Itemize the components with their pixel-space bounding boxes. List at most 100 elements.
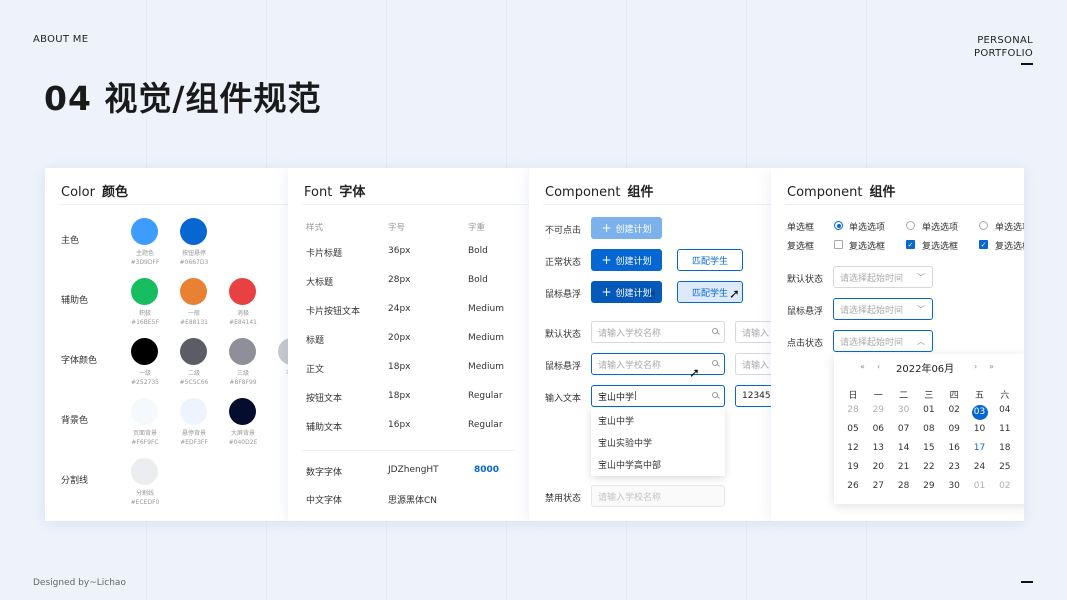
calendar-day[interactable]: 21 — [896, 462, 912, 472]
match-students-button[interactable]: 匹配学生 — [677, 249, 743, 271]
calendar-dropdown: « ‹ 2022年06月 › » 日 一 二 三 四 五 六 28 29 30 01 02 03 04 05… — [834, 354, 1024, 504]
color-swatch-caption: 一般 #E88131 — [167, 309, 221, 327]
create-plan-button-disabled[interactable]: + 创建计划 — [591, 217, 662, 239]
create-plan-button[interactable]: + 创建计划 — [591, 249, 662, 271]
school-search-input-disabled: 请输入学校名称 — [591, 485, 725, 507]
chevron-up-icon: ︿ — [917, 336, 925, 346]
date-picker-input-open[interactable]: 请选择起始时间 ︿ — [833, 330, 933, 352]
school-search-input[interactable]: 请输入学校名称 — [591, 321, 725, 343]
font-size-value: 28px — [388, 275, 411, 285]
swatch-name: 二级 — [187, 370, 200, 377]
school-search-input-hover[interactable]: 请输入学校名称 — [591, 353, 725, 375]
calendar-day[interactable]: 22 — [921, 462, 937, 472]
calendar-day[interactable]: 28 — [896, 481, 912, 491]
suggestion-item[interactable]: 宝山实验中学 — [598, 436, 652, 449]
button-label: 创建计划 — [615, 224, 652, 235]
double-chevron-right-icon[interactable]: » — [989, 362, 994, 371]
date-picker-input-hover[interactable]: 请选择起始时间 ﹀ — [833, 298, 933, 320]
checkbox[interactable] — [834, 240, 843, 249]
about-me-label[interactable]: ABOUT ME — [33, 34, 88, 45]
calendar-day[interactable]: 02 — [946, 405, 962, 415]
calendar-day[interactable]: 23 — [946, 462, 962, 472]
input-value: 12345 — [742, 391, 771, 401]
checkbox-checked[interactable]: ✓ — [906, 240, 915, 249]
color-swatch — [278, 338, 288, 365]
calendar-day[interactable]: 24 — [972, 462, 988, 472]
calendar-day[interactable]: 07 — [896, 424, 912, 434]
footer-dash — [1021, 581, 1033, 583]
school-search-input-active[interactable]: 宝山中学 | — [591, 385, 725, 407]
calendar-day[interactable]: 20 — [870, 462, 886, 472]
plus-icon: + — [601, 221, 612, 235]
calendar-day[interactable]: 11 — [997, 424, 1013, 434]
font-style-name: 按钮文本 — [306, 394, 343, 404]
calendar-day[interactable]: 13 — [870, 443, 886, 453]
chevron-left-icon[interactable]: ‹ — [877, 362, 880, 371]
font-family-label: 数字字体 — [306, 468, 343, 478]
font-size-value: 16px — [388, 420, 411, 430]
clipped-input[interactable]: 请输入 — [735, 353, 771, 375]
calendar-day[interactable]: 18 — [997, 443, 1013, 453]
calendar-day[interactable]: 06 — [870, 424, 886, 434]
radio-button[interactable] — [906, 221, 915, 230]
swatch-hex: #0667D3 — [179, 259, 209, 266]
clipped-input[interactable]: 请输入 — [735, 321, 771, 343]
checkbox-option-label: 复选选框 — [922, 242, 959, 252]
input-placeholder: 请选择起始时间 — [840, 273, 904, 284]
button-label: 匹配学生 — [691, 256, 728, 267]
calendar-day[interactable]: 19 — [845, 462, 861, 472]
calendar-day[interactable]: 01 — [972, 481, 988, 491]
color-swatch — [229, 398, 256, 425]
calendar-day[interactable]: 05 — [845, 424, 861, 434]
swatch-hex: #8F8F99 — [229, 379, 257, 386]
calendar-day[interactable]: 29 — [921, 481, 937, 491]
color-swatch — [131, 338, 158, 365]
calendar-day[interactable]: 15 — [921, 443, 937, 453]
component-panel-title: Component 组件 — [787, 181, 896, 200]
suggestion-item[interactable]: 宝山中学高中部 — [598, 458, 661, 471]
double-chevron-left-icon[interactable]: « — [860, 362, 865, 371]
checkbox-option-label: 复选选框 — [849, 242, 886, 252]
clipped-input-active[interactable]: 12345 — [735, 385, 771, 407]
radio-button-checked[interactable] — [834, 221, 843, 230]
calendar-day[interactable]: 16 — [946, 443, 962, 453]
input-value: 宝山中学 — [598, 392, 635, 403]
calendar-day[interactable]: 27 — [870, 481, 886, 491]
calendar-day[interactable]: 08 — [921, 424, 937, 434]
calendar-day[interactable]: 01 — [921, 405, 937, 415]
font-weight-value: Regular — [468, 420, 503, 430]
checkbox-checked[interactable]: ✓ — [979, 240, 988, 249]
portfolio-line-1: PERSONAL — [977, 35, 1033, 46]
suggestion-item[interactable]: 宝山中学 — [598, 414, 634, 427]
input-placeholder: 请输入学校名称 — [598, 360, 662, 371]
number-font-sample: 8000 — [474, 465, 500, 475]
font-title-en: Font — [304, 185, 333, 200]
color-title-en: Color — [61, 185, 95, 200]
calendar-day[interactable]: 12 — [845, 443, 861, 453]
calendar-day[interactable]: 03 — [971, 405, 988, 420]
input-placeholder: 请选择起始时间 — [840, 305, 904, 316]
calendar-day[interactable]: 10 — [972, 424, 988, 434]
font-weight-value: Bold — [468, 246, 488, 256]
font-family-label: 中文字体 — [306, 496, 343, 506]
calendar-day[interactable]: 09 — [946, 424, 962, 434]
cursor-arrow-icon: ➚ — [729, 287, 740, 302]
state-label-hover: 鼠标悬浮 — [545, 290, 582, 300]
calendar-day[interactable]: 26 — [845, 481, 861, 491]
font-style-name: 卡片按钮文本 — [306, 307, 361, 317]
calendar-day[interactable]: 02 — [997, 481, 1013, 491]
calendar-day[interactable]: 28 — [845, 405, 861, 415]
radio-button[interactable] — [979, 221, 988, 230]
calendar-day[interactable]: 30 — [896, 405, 912, 415]
chevron-right-icon[interactable]: › — [974, 362, 977, 371]
calendar-day[interactable]: 29 — [870, 405, 886, 415]
component-title-en: Component — [787, 185, 863, 200]
calendar-day[interactable]: 30 — [946, 481, 962, 491]
date-picker-input[interactable]: 请选择起始时间 ﹀ — [833, 266, 933, 288]
calendar-day[interactable]: 17 — [972, 443, 988, 453]
color-swatch-caption: 二级 #5C5C66 — [167, 369, 221, 387]
color-swatch-caption: 大屏背景 #040D2E — [216, 429, 270, 447]
calendar-day[interactable]: 14 — [896, 443, 912, 453]
calendar-day[interactable]: 25 — [997, 462, 1013, 472]
calendar-day[interactable]: 04 — [997, 405, 1013, 415]
